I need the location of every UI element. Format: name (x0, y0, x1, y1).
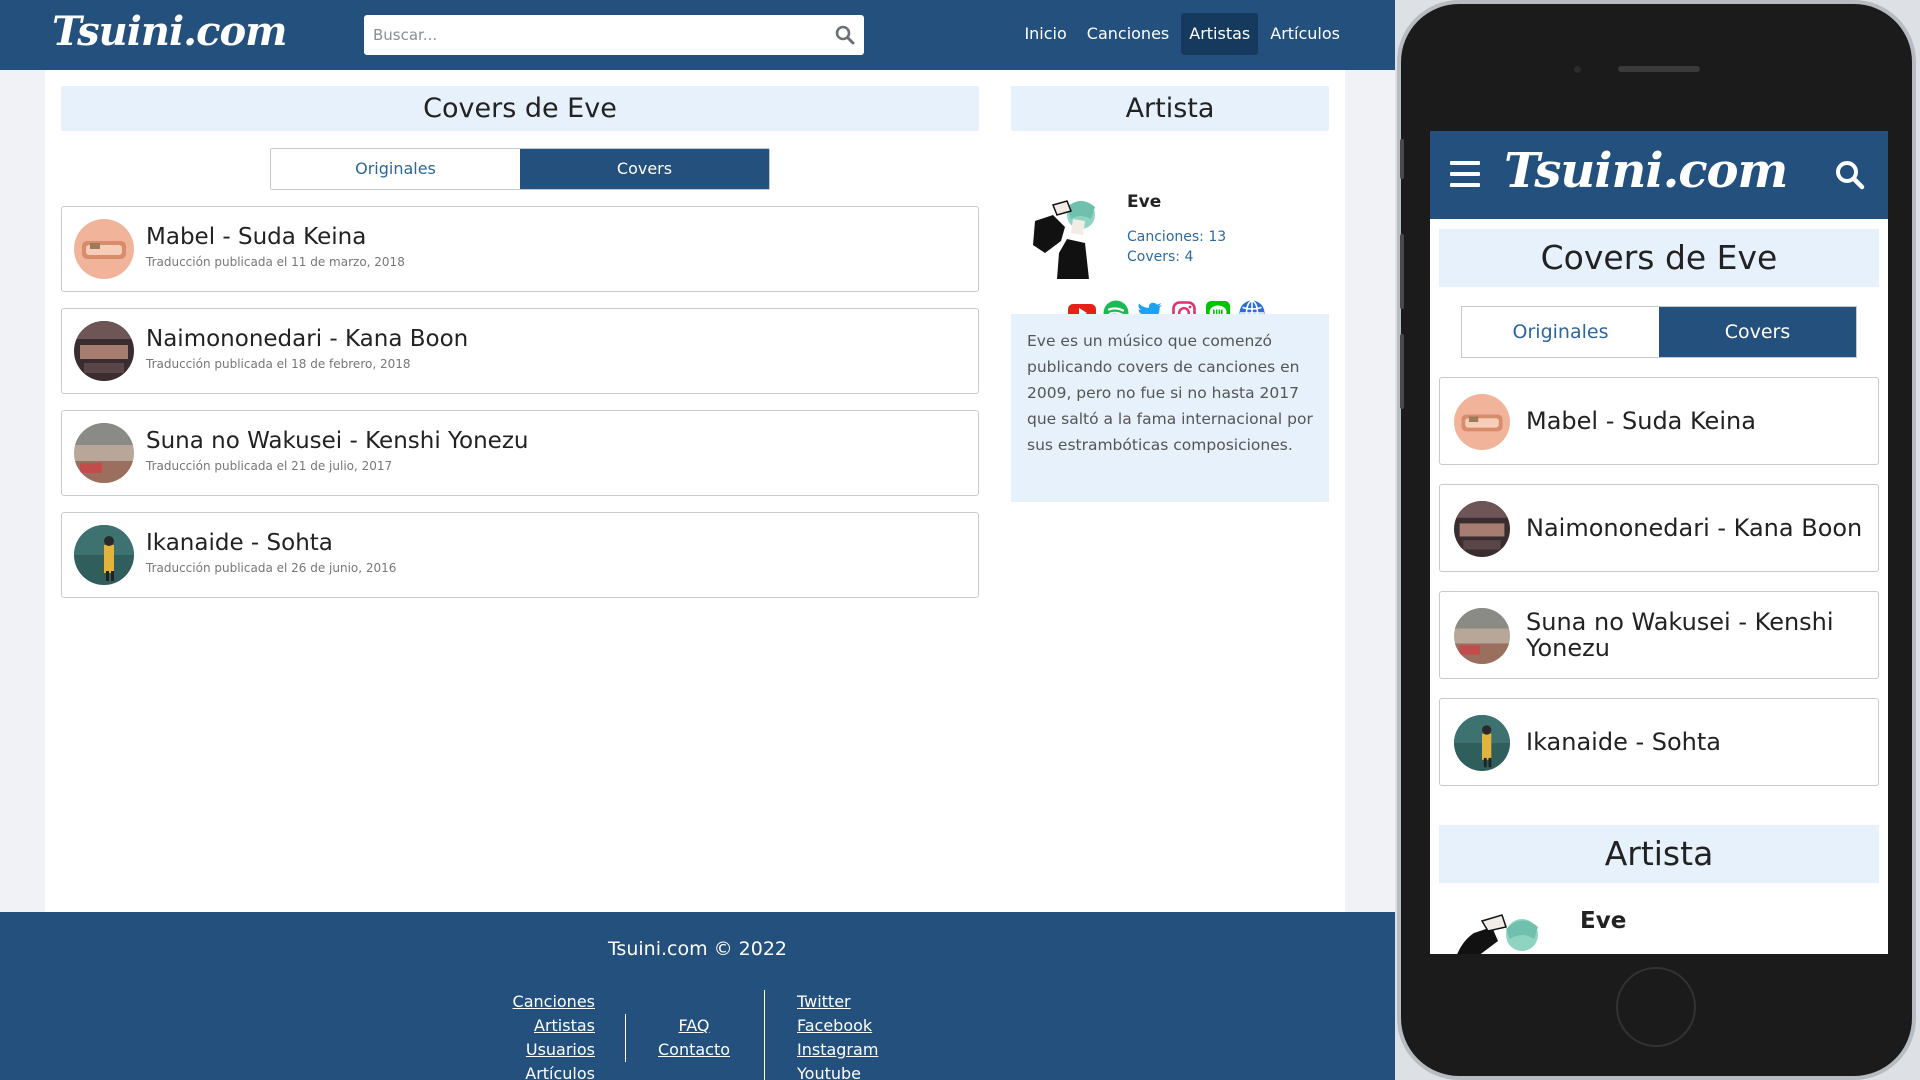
song-date: Traducción publicada el 18 de febrero, 2… (146, 357, 411, 371)
footer-link-instagram[interactable]: Instagram (797, 1038, 878, 1062)
artist-image[interactable] (1023, 193, 1105, 281)
mobile-artist-name[interactable]: Eve (1580, 908, 1626, 934)
top-navbar: Tsuini.com Inicio Canciones Artistas Art… (0, 0, 1395, 70)
main-nav: Inicio Canciones Artistas Artículos (1016, 13, 1348, 55)
mobile-song-title: Naimononedari - Kana Boon (1526, 514, 1863, 542)
artist-bio: Eve es un músico que comenzó publicando … (1011, 314, 1329, 502)
artist-covers-count[interactable]: Covers: 4 (1127, 249, 1193, 265)
song-date: Traducción publicada el 26 de junio, 201… (146, 561, 397, 575)
search-input[interactable] (364, 15, 819, 55)
site-footer: Tsuini.com © 2022 Canciones Artistas Usu… (0, 912, 1395, 1080)
phone-frame: Tsuini.com Covers de Eve Originales Cove… (1397, 0, 1916, 1080)
search-icon (835, 25, 855, 45)
footer-link-youtube[interactable]: Youtube (797, 1062, 861, 1080)
phone-home-button (1616, 967, 1696, 1047)
artist-sidebar: Artista Eve Canciones: 13 Covers: 4 Eve … (1011, 86, 1329, 502)
footer-links-social: Twitter Facebook Instagram Youtube (797, 990, 878, 1080)
mobile-song-list: Mabel - Suda Keina Naimononedari - Kana … (1439, 377, 1879, 805)
search-icon (1836, 161, 1865, 190)
footer-link-canciones[interactable]: Canciones (513, 990, 595, 1014)
mobile-song-title: Suna no Wakusei - Kenshi Yonezu (1526, 608, 1834, 662)
phone-volume-down (1400, 334, 1404, 409)
song-thumbnail (1454, 501, 1510, 557)
phone-camera (1574, 66, 1581, 73)
phone-speaker (1618, 66, 1700, 72)
nav-artistas[interactable]: Artistas (1181, 13, 1259, 55)
footer-links-site: Canciones Artistas Usuarios Artículos (513, 990, 595, 1080)
song-title: Naimononedari - Kana Boon (146, 326, 469, 352)
song-item[interactable]: Ikanaide - Sohta Traducción publicada el… (61, 512, 979, 598)
song-type-tabs: Originales Covers (270, 148, 770, 190)
footer-link-artistas[interactable]: Artistas (534, 1014, 595, 1038)
footer-link-contacto[interactable]: Contacto (658, 1038, 730, 1062)
mobile-song-item[interactable]: Suna no Wakusei - Kenshi Yonezu (1439, 591, 1879, 679)
footer-copyright: Tsuini.com © 2022 (607, 938, 788, 960)
song-item[interactable]: Mabel - Suda Keina Traducción publicada … (61, 206, 979, 292)
mobile-tab-covers[interactable]: Covers (1659, 307, 1856, 357)
footer-link-twitter[interactable]: Twitter (797, 990, 851, 1014)
hamburger-menu-icon[interactable] (1450, 161, 1480, 187)
mobile-song-title: Mabel - Suda Keina (1526, 407, 1756, 435)
footer-link-usuarios[interactable]: Usuarios (526, 1038, 595, 1062)
page-title: Covers de Eve (61, 86, 979, 131)
mobile-artist-title: Artista (1439, 825, 1879, 883)
song-thumbnail (74, 423, 134, 483)
song-thumbnail (1454, 394, 1510, 450)
nav-inicio[interactable]: Inicio (1016, 13, 1074, 55)
phone-mockup: Tsuini.com Covers de Eve Originales Cove… (1395, 0, 1920, 1080)
song-date: Traducción publicada el 11 de marzo, 201… (146, 255, 405, 269)
song-date: Traducción publicada el 21 de julio, 201… (146, 459, 393, 473)
search-box (364, 15, 864, 55)
footer-link-faq[interactable]: FAQ (679, 1014, 710, 1038)
desktop-site: Tsuini.com Inicio Canciones Artistas Art… (0, 0, 1395, 1080)
footer-divider (764, 990, 765, 1080)
song-list: Mabel - Suda Keina Traducción publicada … (61, 206, 979, 614)
artist-name[interactable]: Eve (1127, 192, 1161, 212)
song-title: Suna no Wakusei - Kenshi Yonezu (146, 428, 529, 454)
mobile-page-title: Covers de Eve (1439, 229, 1879, 287)
tab-covers[interactable]: Covers (520, 149, 769, 189)
covers-section: Covers de Eve Originales Covers Mabel - … (61, 86, 979, 598)
song-thumbnail (1454, 608, 1510, 664)
song-item[interactable]: Suna no Wakusei - Kenshi Yonezu Traducci… (61, 410, 979, 496)
artist-card: Eve Canciones: 13 Covers: 4 (1011, 131, 1329, 326)
tab-originales[interactable]: Originales (271, 149, 520, 189)
search-button[interactable] (832, 22, 858, 48)
site-logo[interactable]: Tsuini.com (52, 8, 287, 55)
footer-link-facebook[interactable]: Facebook (797, 1014, 872, 1038)
mobile-navbar: Tsuini.com (1430, 131, 1888, 219)
footer-link-articulos[interactable]: Artículos (525, 1062, 595, 1080)
nav-articulos[interactable]: Artículos (1262, 13, 1348, 55)
song-title: Mabel - Suda Keina (146, 224, 367, 250)
mobile-logo[interactable]: Tsuini.com (1504, 143, 1788, 199)
song-thumbnail (74, 525, 134, 585)
phone-mute-switch (1400, 139, 1404, 179)
footer-divider (625, 1014, 626, 1062)
mobile-search-button[interactable] (1834, 159, 1866, 191)
phone-volume-up (1400, 234, 1404, 309)
artist-songs-count[interactable]: Canciones: 13 (1127, 229, 1226, 245)
song-title: Ikanaide - Sohta (146, 530, 333, 556)
song-item[interactable]: Naimononedari - Kana Boon Traducción pub… (61, 308, 979, 394)
page-content: Covers de Eve Originales Covers Mabel - … (45, 70, 1345, 912)
mobile-song-item[interactable]: Naimononedari - Kana Boon (1439, 484, 1879, 572)
mobile-song-item[interactable]: Mabel - Suda Keina (1439, 377, 1879, 465)
nav-canciones[interactable]: Canciones (1079, 13, 1177, 55)
song-thumbnail (1454, 715, 1510, 771)
song-thumbnail (74, 321, 134, 381)
sidebar-title: Artista (1011, 86, 1329, 131)
song-thumbnail (74, 219, 134, 279)
mobile-song-item[interactable]: Ikanaide - Sohta (1439, 698, 1879, 786)
mobile-artist-image[interactable] (1452, 901, 1552, 954)
phone-screen: Tsuini.com Covers de Eve Originales Cove… (1430, 131, 1888, 954)
footer-links-help: FAQ Contacto (658, 1014, 730, 1062)
mobile-song-type-tabs: Originales Covers (1461, 306, 1857, 358)
mobile-song-title: Ikanaide - Sohta (1526, 728, 1722, 756)
mobile-tab-originales[interactable]: Originales (1462, 307, 1659, 357)
